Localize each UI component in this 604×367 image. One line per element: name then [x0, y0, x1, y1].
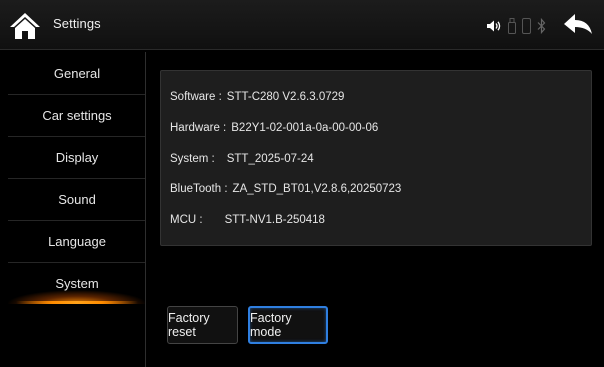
sidebar-item-general[interactable]: General: [8, 52, 146, 94]
info-label: Software :: [170, 91, 222, 103]
info-row-system: System : STT_2025-07-24: [170, 149, 314, 169]
usb-icon: [508, 18, 516, 34]
phone-icon: [522, 18, 531, 34]
sidebar-item-language[interactable]: Language: [8, 220, 146, 262]
info-value: B22Y1-02-001a-0a-00-00-06: [231, 122, 379, 134]
sidebar-item-label: Language: [48, 234, 106, 249]
sidebar: General Car settings Display Sound Langu…: [8, 52, 146, 367]
sidebar-item-car-settings[interactable]: Car settings: [8, 94, 146, 136]
info-value: STT_2025-07-24: [226, 153, 314, 165]
speaker-icon: [487, 20, 501, 32]
info-label: Hardware :: [170, 122, 227, 134]
info-row-mcu: MCU : STT-NV1.B-250418: [170, 210, 325, 230]
factory-reset-button[interactable]: Factory reset: [167, 306, 238, 344]
factory-mode-button[interactable]: Factory mode: [248, 306, 328, 344]
info-row-hardware: Hardware : B22Y1-02-001a-0a-00-00-06: [170, 118, 378, 138]
sidebar-item-label: General: [53, 65, 101, 81]
info-label: BlueTooth :: [170, 183, 228, 195]
info-row-bluetooth: BlueTooth : ZA_STD_BT01,V2.8.6,20250723: [170, 179, 401, 199]
home-icon[interactable]: [8, 11, 42, 41]
info-label: System :: [170, 153, 215, 165]
sidebar-item-label: Sound: [58, 192, 96, 207]
info-value: ZA_STD_BT01,V2.8.6,20250723: [232, 183, 402, 195]
info-value: STT-C280 V2.6.3.0729: [226, 91, 345, 103]
sidebar-item-system[interactable]: System: [8, 262, 146, 304]
system-info-panel: Software : STT-C280 V2.6.3.0729 Hardware…: [160, 70, 592, 246]
info-value: STT-NV1.B-250418: [224, 214, 325, 226]
back-icon[interactable]: [562, 12, 594, 38]
page-title: Settings: [53, 16, 101, 31]
sidebar-item-sound[interactable]: Sound: [8, 178, 146, 220]
sidebar-item-label: Car settings: [42, 108, 112, 123]
sidebar-item-label: System: [55, 276, 99, 291]
sidebar-item-display[interactable]: Display: [8, 136, 146, 178]
sidebar-item-label: Display: [55, 150, 99, 165]
bluetooth-icon: [537, 18, 546, 34]
top-bar: Settings: [0, 0, 604, 50]
info-row-software: Software : STT-C280 V2.6.3.0729: [170, 87, 344, 107]
status-icons: [486, 16, 546, 36]
info-label: MCU :: [170, 214, 203, 226]
